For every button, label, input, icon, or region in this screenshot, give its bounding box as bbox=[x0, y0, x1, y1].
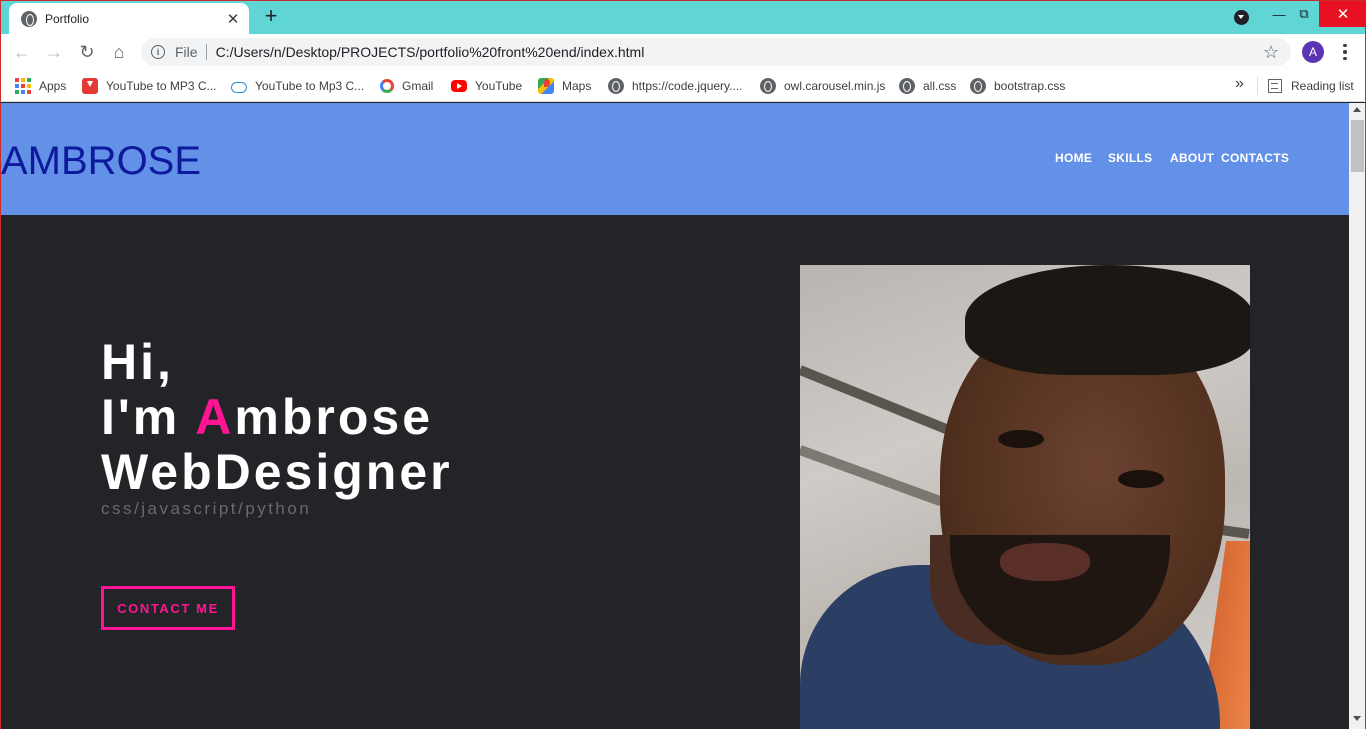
restore-button[interactable]: ⧉ bbox=[1293, 1, 1315, 27]
globe-icon bbox=[970, 78, 986, 94]
browser-tab[interactable]: Portfolio ✕ bbox=[9, 3, 249, 35]
hero-heading: Hi, I'm Ambrose WebDesigner bbox=[101, 335, 453, 500]
hero-skills-subtitle: css/javascript/python bbox=[101, 499, 312, 518]
nav-skills[interactable]: SKILLS bbox=[1108, 151, 1152, 167]
forward-button[interactable]: → bbox=[41, 39, 67, 65]
address-toolbar: ← → ↻ ⌂ i File C:/Users/n/Desktop/PROJEC… bbox=[0, 34, 1366, 70]
nav-about[interactable]: ABOUT bbox=[1170, 151, 1214, 167]
bookmark-maps[interactable]: Maps bbox=[538, 76, 591, 96]
bookmark-label: YouTube bbox=[475, 79, 523, 93]
nav-home[interactable]: HOME bbox=[1055, 151, 1092, 167]
bookmark-jquery[interactable]: https://code.jquery.... bbox=[608, 76, 743, 96]
bookmark-label: https://code.jquery.... bbox=[632, 79, 743, 93]
tab-title: Portfolio bbox=[45, 12, 90, 26]
page-viewport: AMBROSE HOME SKILLS ABOUT CONTACTS Hi, I… bbox=[0, 103, 1349, 729]
bookmark-apps[interactable]: Apps bbox=[15, 76, 66, 96]
info-icon[interactable]: i bbox=[151, 45, 165, 59]
window-close-button[interactable]: ✕ bbox=[1319, 1, 1366, 27]
google-icon bbox=[380, 79, 394, 93]
hero-name-accent: A bbox=[195, 389, 235, 445]
reload-button[interactable]: ↻ bbox=[74, 39, 100, 65]
apps-grid-icon bbox=[15, 78, 31, 94]
site-brand[interactable]: AMBROSE bbox=[1, 139, 201, 183]
bookmarks-divider bbox=[1257, 77, 1258, 95]
maps-icon bbox=[538, 78, 554, 94]
bookmark-label: bootstrap.css bbox=[994, 79, 1066, 93]
bookmark-youtube-mp3-2[interactable]: YouTube to Mp3 C... bbox=[231, 76, 364, 96]
globe-icon bbox=[21, 11, 37, 27]
bookmark-gmail[interactable]: Gmail bbox=[380, 76, 433, 96]
bookmark-label: Gmail bbox=[402, 79, 434, 93]
bookmark-label: YouTube to Mp3 C... bbox=[255, 79, 365, 93]
reading-list-icon bbox=[1268, 79, 1282, 93]
bookmark-star-icon[interactable]: ☆ bbox=[1263, 41, 1279, 63]
bookmark-label: Apps bbox=[39, 79, 67, 93]
file-label: File bbox=[175, 44, 207, 60]
download-icon bbox=[82, 78, 98, 94]
browser-menu-icon[interactable] bbox=[1337, 41, 1353, 63]
site-header: AMBROSE HOME SKILLS ABOUT CONTACTS bbox=[1, 103, 1349, 215]
tab-strip: Portfolio ✕ + — ⧉ ✕ bbox=[0, 0, 1366, 35]
page-scrollbar[interactable] bbox=[1349, 103, 1366, 729]
globe-icon bbox=[760, 78, 776, 94]
close-tab-button[interactable]: ✕ bbox=[221, 10, 245, 28]
hero-name-suffix: mbrose bbox=[234, 389, 434, 445]
bookmarks-bar: Apps YouTube to MP3 C... YouTube to Mp3 … bbox=[0, 70, 1366, 102]
bookmark-youtube-mp3-1[interactable]: YouTube to MP3 C... bbox=[82, 76, 217, 96]
minimize-button[interactable]: — bbox=[1269, 1, 1289, 27]
new-tab-button[interactable]: + bbox=[259, 5, 283, 29]
tab-search-icon[interactable] bbox=[1234, 10, 1249, 25]
url-text[interactable]: C:/Users/n/Desktop/PROJECTS/portfolio%20… bbox=[216, 44, 645, 60]
profile-avatar[interactable]: A bbox=[1302, 41, 1324, 63]
scroll-down-arrow-icon[interactable] bbox=[1353, 716, 1361, 721]
bookmark-label: owl.carousel.min.js bbox=[784, 79, 886, 93]
youtube-icon bbox=[451, 80, 467, 92]
hero-role: WebDesigner bbox=[101, 444, 453, 500]
hero-name-prefix: I'm bbox=[101, 389, 196, 445]
address-bar[interactable]: i File C:/Users/n/Desktop/PROJECTS/portf… bbox=[141, 38, 1291, 66]
scroll-thumb[interactable] bbox=[1351, 120, 1364, 172]
profile-photo bbox=[800, 265, 1250, 729]
nav-contacts[interactable]: CONTACTS bbox=[1221, 151, 1289, 167]
bookmarks-overflow-button[interactable]: » bbox=[1235, 75, 1244, 93]
bookmark-all-css[interactable]: all.css bbox=[899, 76, 956, 96]
hero-greeting: Hi, bbox=[101, 334, 174, 390]
bookmark-label: YouTube to MP3 C... bbox=[106, 79, 217, 93]
contact-me-button[interactable]: CONTACT ME bbox=[101, 586, 235, 630]
reading-list-label: Reading list bbox=[1291, 79, 1354, 93]
home-button[interactable]: ⌂ bbox=[106, 39, 132, 65]
globe-icon bbox=[899, 78, 915, 94]
globe-icon bbox=[608, 78, 624, 94]
bookmark-owl-carousel[interactable]: owl.carousel.min.js bbox=[760, 76, 885, 96]
bookmark-label: all.css bbox=[923, 79, 957, 93]
scroll-up-arrow-icon[interactable] bbox=[1353, 107, 1361, 112]
back-button[interactable]: ← bbox=[9, 39, 35, 65]
cloud-download-icon bbox=[231, 82, 247, 93]
hero-name-line: I'm Ambrose bbox=[101, 390, 453, 445]
bookmark-youtube[interactable]: YouTube bbox=[451, 76, 522, 96]
bookmark-bootstrap-css[interactable]: bootstrap.css bbox=[970, 76, 1065, 96]
bookmark-label: Maps bbox=[562, 79, 592, 93]
reading-list-button[interactable]: Reading list bbox=[1268, 76, 1354, 96]
